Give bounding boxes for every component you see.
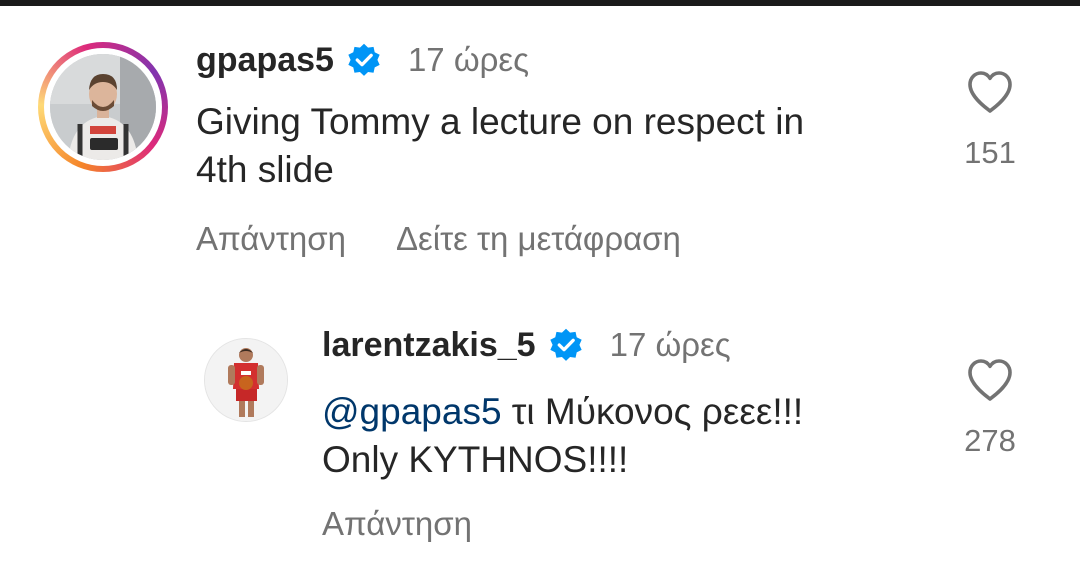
top-divider [0,0,1080,6]
see-translation-button[interactable]: Δείτε τη μετάφραση [396,220,681,258]
comment-text-fragment: τι Μύκονος ρεεε!!! [501,391,804,432]
avatar [50,54,156,160]
mention-link[interactable]: @gpapas5 [322,391,502,432]
comment-text-line: Giving Tommy a lecture on respect in [196,101,805,142]
comment-text: Giving Tommy a lecture on respect in 4th… [196,98,916,194]
comment-timestamp: 17 ώρες [407,41,529,78]
verified-badge-icon [548,327,584,363]
reply-button[interactable]: Απάντηση [196,220,346,258]
comment-text-line: 4th slide [196,149,334,190]
heart-outline-icon[interactable] [966,70,1014,119]
heart-outline-icon[interactable] [966,358,1014,407]
comment-text: @gpapas5 τι Μύκονος ρεεε!!! Only KYTHNOS… [322,388,942,484]
comment-text-line: @gpapas5 τι Μύκονος ρεεε!!! [322,388,942,436]
reply-button[interactable]: Απάντηση [322,505,472,543]
avatar-story-ring[interactable] [38,42,168,172]
like-count: 278 [964,423,1016,458]
like-count: 151 [964,135,1016,170]
comment-username[interactable]: gpapas5 [196,41,334,80]
comment-text-line: Only KYTHNOS!!!! [322,439,629,480]
comment-username[interactable]: larentzakis_5 [322,326,536,365]
comment-timestamp: 17 ώρες [609,326,731,363]
verified-badge-icon [346,42,382,78]
avatar[interactable] [204,338,288,422]
